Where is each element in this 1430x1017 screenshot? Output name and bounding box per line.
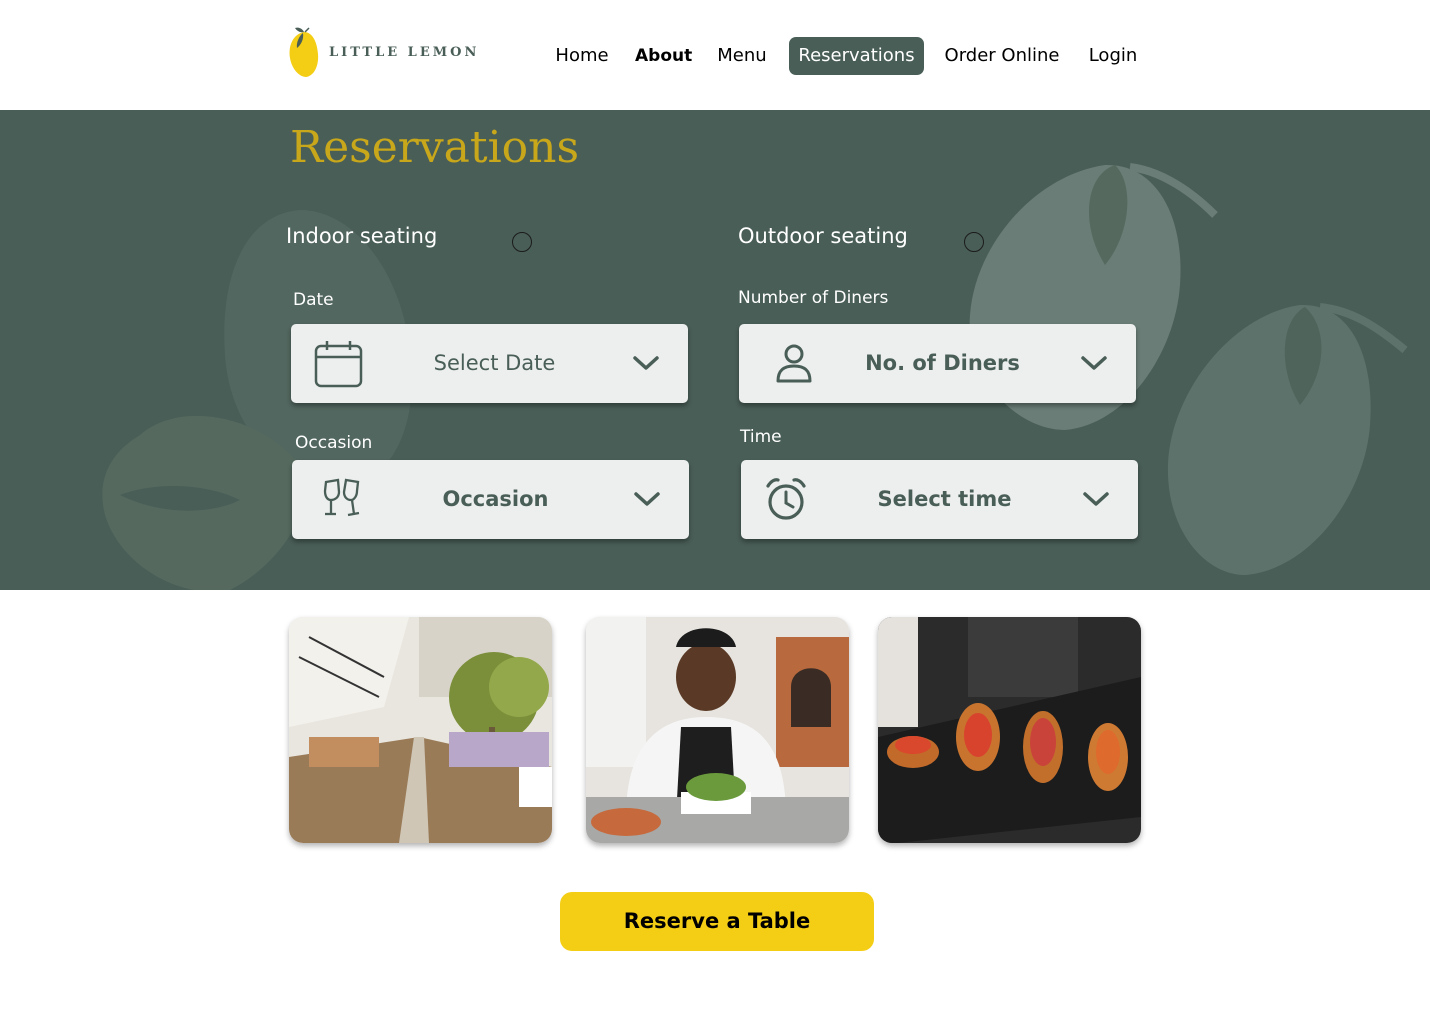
outdoor-seating-radio[interactable]: [964, 232, 984, 252]
indoor-seating-radio[interactable]: [512, 232, 532, 252]
site-header: LITTLE LEMON Home About Menu Reservation…: [0, 0, 1430, 110]
date-select-text: Select Date: [433, 351, 556, 375]
alarm-clock-icon: [766, 478, 806, 520]
nav-login[interactable]: Login: [1084, 37, 1142, 75]
occasion-select-text: Occasion: [442, 487, 549, 511]
time-select[interactable]: Select time: [741, 460, 1138, 539]
chevron-down-icon: [633, 356, 659, 370]
diners-select-text: No. of Diners: [865, 351, 1020, 375]
calendar-icon: [314, 341, 363, 388]
outdoor-seating-label: Outdoor seating: [738, 224, 908, 248]
date-select[interactable]: Select Date: [291, 324, 688, 403]
chef-plating-photo: [586, 617, 849, 843]
diners-label: Number of Diners: [738, 288, 889, 308]
occasion-select[interactable]: Occasion: [292, 460, 689, 539]
nav-menu[interactable]: Menu: [713, 37, 771, 75]
nav-order-online[interactable]: Order Online: [942, 37, 1062, 75]
bruschetta-platter-photo: [878, 617, 1141, 843]
chevron-down-icon: [634, 492, 660, 506]
main-nav: Home About Menu Reservations Order Onlin…: [0, 37, 1430, 75]
background-lemon-right-bottom: [1167, 303, 1408, 575]
page-title: Reservations: [290, 122, 580, 173]
chevron-down-icon: [1083, 492, 1109, 506]
nav-reservations[interactable]: Reservations: [789, 37, 924, 75]
restaurant-terrace-photo: [289, 617, 552, 843]
reservation-hero: Reservations Indoor seating Outdoor seat…: [0, 110, 1430, 590]
date-label: Date: [293, 290, 334, 310]
chevron-down-icon: [1081, 356, 1107, 370]
nav-home[interactable]: Home: [552, 37, 612, 75]
wine-glasses-icon: [323, 478, 360, 517]
time-label: Time: [740, 427, 782, 447]
diners-select[interactable]: No. of Diners: [739, 324, 1136, 403]
reserve-table-button[interactable]: Reserve a Table: [560, 892, 874, 951]
indoor-seating-label: Indoor seating: [286, 224, 438, 248]
nav-about[interactable]: About: [635, 37, 692, 75]
time-select-text: Select time: [877, 487, 1012, 511]
occasion-label: Occasion: [295, 433, 373, 453]
person-icon: [776, 344, 812, 383]
